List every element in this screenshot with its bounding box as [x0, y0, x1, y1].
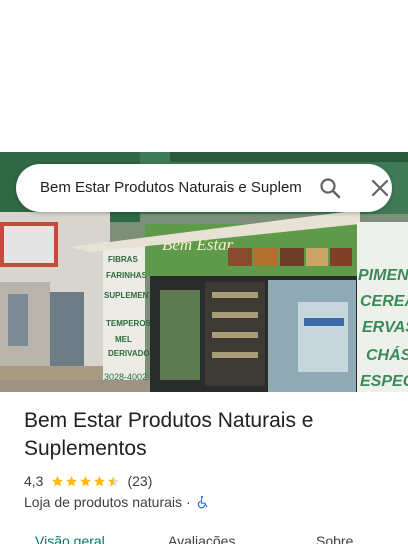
search-bar[interactable]: Bem Estar Produtos Naturais e Suplemento… [16, 164, 392, 212]
wall-text-4: CHÁS [366, 345, 408, 364]
place-title: Bem Estar Produtos Naturais e Suplemento… [24, 409, 314, 460]
star-icon [66, 475, 78, 486]
rating-row[interactable]: 4,3 (23) [24, 472, 152, 490]
search-input[interactable]: Bem Estar Produtos Naturais e Suplemento… [40, 164, 302, 212]
pillar-text-2: FARINHAS [106, 271, 148, 280]
pillar-text-6: DERIVADOS [108, 349, 156, 358]
star-icon [80, 475, 92, 486]
wall-text-3: ERVAS [362, 319, 408, 336]
wall-text-2: CEREAIS [360, 293, 408, 310]
separator-dot: · [186, 494, 191, 510]
pillar-text-4: TEMPEROS [106, 319, 152, 328]
rating-value: 4,3 [24, 473, 44, 489]
search-icon[interactable] [318, 176, 342, 200]
wall-text-1: PIMENTA [358, 267, 408, 284]
wheelchair-icon [197, 495, 207, 509]
star-icon [94, 475, 106, 486]
place-tabs: Visão geral Avaliações Sobre [0, 528, 408, 544]
review-count[interactable]: (23) [127, 473, 152, 489]
star-icon [52, 475, 64, 486]
tab-about[interactable]: Sobre [316, 533, 353, 544]
close-icon[interactable] [370, 178, 390, 198]
place-category: Loja de produtos naturais [24, 494, 182, 510]
wall-text-5: ESPECIARIAS [360, 373, 408, 390]
half-star-icon [108, 475, 120, 486]
tab-reviews[interactable]: Avaliações [168, 533, 235, 544]
rating-stars [51, 475, 121, 488]
pillar-text-5: MEL [115, 335, 132, 344]
pillar-text-1: FIBRAS [108, 255, 138, 264]
category-row: Loja de produtos naturais · [24, 493, 209, 511]
map-blank-area [0, 0, 408, 152]
tab-overview[interactable]: Visão geral [35, 533, 105, 544]
